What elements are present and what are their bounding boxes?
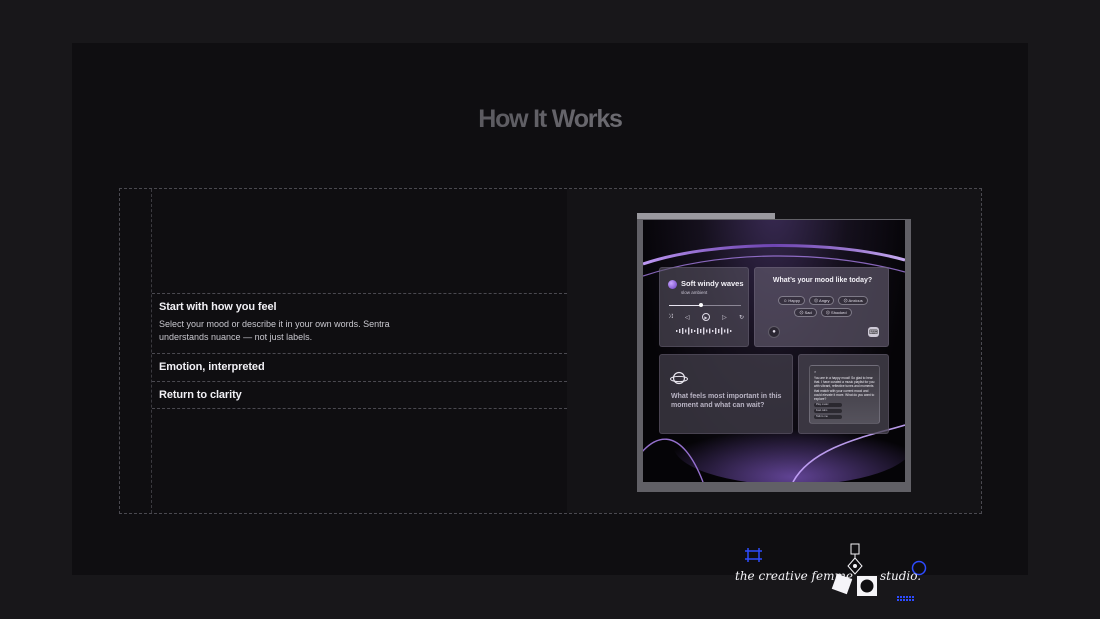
mood-chip-angry[interactable]: ☹ Angry [808, 296, 835, 305]
repeat-icon[interactable]: ↻ [739, 314, 744, 321]
mood-chips: ☺ Happy ☹ Angry ☹ Anxious ☹ Sad ☹ Shocke… [769, 296, 877, 317]
step-title: Start with how you feel [159, 301, 277, 313]
next-icon[interactable]: ▷ [722, 314, 727, 321]
song-subtitle: slow ambient [681, 290, 708, 295]
mood-chip-happy[interactable]: ☺ Happy [778, 296, 805, 305]
studio-name-left: the creative femme [735, 569, 853, 583]
reply-option[interactable]: Feel calm [814, 409, 842, 414]
purple-arc-background [643, 243, 905, 482]
song-title: Soft windy waves [681, 279, 744, 288]
app-mockup: Soft windy waves slow ambient ⤨ ◁ ▶ ▷ ↻ [637, 219, 911, 492]
play-icon[interactable]: ▶ [701, 313, 710, 321]
progress-knob[interactable] [699, 303, 704, 307]
studio-logo: the creative femme studio. [730, 540, 930, 610]
microphone-icon[interactable]: ● [768, 326, 780, 338]
app-preview-panel: Soft windy waves slow ambient ⤨ ◁ ▶ ▷ ↻ [567, 189, 981, 513]
music-player-card: Soft windy waves slow ambient ⤨ ◁ ▶ ▷ ↻ [659, 267, 749, 347]
mood-chip-shocked[interactable]: ☹ Shocked [820, 308, 852, 317]
playback-progress[interactable] [669, 303, 741, 307]
reply-option[interactable]: Play music [814, 403, 842, 408]
step-description: Select your mood or describe it in your … [159, 319, 390, 342]
step-start-with-feeling[interactable]: Start with how you feel Select your mood… [152, 293, 567, 353]
keyboard-icon[interactable]: ⌨ [868, 327, 879, 337]
chat-card: × You are in a happy mood! So glad to he… [798, 354, 889, 434]
mood-picker-card: What’s your mood like today? ☺ Happy ☹ A… [754, 267, 889, 347]
studio-name-right: studio. [880, 569, 922, 583]
progress-fill [669, 305, 702, 306]
how-it-works-frame: Start with how you feel Select your mood… [119, 188, 982, 514]
step-title: Return to clarity [159, 389, 242, 401]
previous-icon[interactable]: ◁ [685, 314, 690, 321]
section-title: How It Works [72, 105, 1028, 134]
mood-question: What’s your mood like today? [772, 277, 873, 284]
waveform-icon [676, 327, 732, 335]
reply-option[interactable]: Talk to me [814, 415, 842, 420]
step-title: Emotion, interpreted [159, 361, 265, 373]
reflection-question: What feels most important in this moment… [671, 393, 782, 409]
step-return-to-clarity[interactable]: Return to clarity [152, 381, 567, 409]
chat-message: You are in a happy mood! So glad to hear… [814, 376, 875, 402]
presentation-stage: How It Works Start with how you feel Sel… [72, 43, 1028, 575]
chat-bubble: × You are in a happy mood! So glad to he… [809, 365, 880, 424]
close-icon[interactable]: × [814, 369, 875, 374]
shuffle-icon[interactable]: ⤨ [668, 313, 673, 321]
planet-icon [670, 371, 688, 385]
reflection-prompt-card: What feels most important in this moment… [659, 354, 793, 434]
app-screen: Soft windy waves slow ambient ⤨ ◁ ▶ ▷ ↻ [643, 220, 905, 482]
step-emotion-interpreted[interactable]: Emotion, interpreted [152, 353, 567, 381]
mood-chip-anxious[interactable]: ☹ Anxious [838, 296, 868, 305]
mood-chip-sad[interactable]: ☹ Sad [794, 308, 817, 317]
album-art [668, 280, 677, 289]
player-controls: ⤨ ◁ ▶ ▷ ↻ [668, 313, 744, 321]
